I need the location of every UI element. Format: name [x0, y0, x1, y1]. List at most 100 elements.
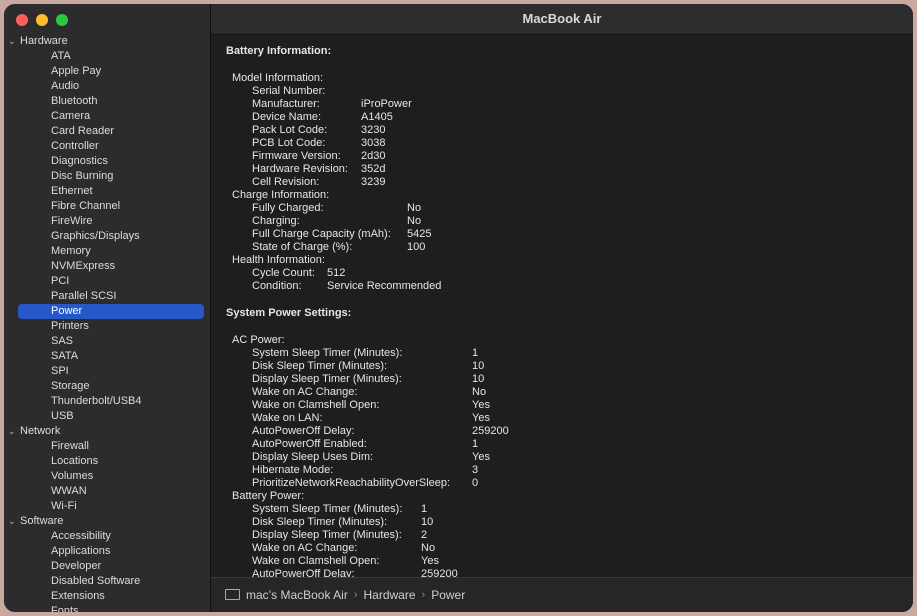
sidebar-item-audio[interactable]: Audio [4, 79, 210, 94]
subsection-health-information: Health Information: [232, 254, 325, 266]
minimize-button[interactable] [36, 14, 48, 26]
field-label: Cell Revision: [252, 176, 320, 188]
field-label: AutoPowerOff Delay: [252, 425, 355, 437]
sidebar-item-developer[interactable]: Developer [4, 559, 210, 574]
breadcrumb-item[interactable]: Power [431, 578, 465, 612]
section-title-power: System Power Settings: [226, 307, 352, 319]
sidebar-item-printers[interactable]: Printers [4, 319, 210, 334]
subsection-ac-power: AC Power: [232, 334, 285, 346]
field-value: 10 [421, 516, 434, 528]
field-label: Firmware Version: [252, 150, 341, 162]
sidebar-item-diagnostics[interactable]: Diagnostics [4, 154, 210, 169]
field-value: 352d [361, 163, 386, 175]
main-pane: MacBook Air Battery Information: Model In… [211, 4, 913, 612]
sidebar-item-disabled-software[interactable]: Disabled Software [4, 574, 210, 589]
sidebar-group-network[interactable]: ⌄ Network [4, 424, 210, 439]
field-value: 1 [472, 438, 479, 450]
path-bar: mac’s MacBook Air › Hardware › Power [211, 577, 913, 612]
field-value: Yes [472, 412, 490, 424]
field-value: Yes [472, 451, 490, 463]
sidebar-item-firewall[interactable]: Firewall [4, 439, 210, 454]
field-value: iProPower [361, 98, 412, 110]
field-value: 259200 [421, 568, 458, 577]
sidebar-item-wwan[interactable]: WWAN [4, 484, 210, 499]
field-value: Yes [421, 555, 439, 567]
sidebar-item-applications[interactable]: Applications [4, 544, 210, 559]
field-label: Fully Charged: [252, 202, 324, 214]
laptop-icon [225, 588, 240, 600]
sidebar-item-card-reader[interactable]: Card Reader [4, 124, 210, 139]
field-label: Wake on Clamshell Open: [252, 399, 380, 411]
sidebar-item-accessibility[interactable]: Accessibility [4, 529, 210, 544]
field-label: Display Sleep Timer (Minutes): [252, 529, 402, 541]
field-value: No [472, 386, 487, 398]
field-label: State of Charge (%): [252, 241, 353, 253]
sidebar-item-disc-burning[interactable]: Disc Burning [4, 169, 210, 184]
field-label: Disk Sleep Timer (Minutes): [252, 516, 388, 528]
field-value: Service Recommended [327, 280, 442, 292]
chevron-right-icon: › [421, 589, 426, 601]
field-value: No [407, 215, 422, 227]
field-label: Device Name: [252, 111, 322, 123]
sidebar-item-bluetooth[interactable]: Bluetooth [4, 94, 210, 109]
sidebar-item-ethernet[interactable]: Ethernet [4, 184, 210, 199]
field-label: Display Sleep Uses Dim: [252, 451, 374, 463]
field-label: Pack Lot Code: [252, 124, 328, 136]
sidebar-item-sata[interactable]: SATA [4, 349, 210, 364]
sidebar-item-locations[interactable]: Locations [4, 454, 210, 469]
field-label: Hardware Revision: [252, 163, 348, 175]
sidebar-item-power[interactable]: Power [18, 304, 204, 319]
field-value: 0 [472, 477, 479, 489]
zoom-button[interactable] [56, 14, 68, 26]
sidebar-item-thunderbolt-usb4[interactable]: Thunderbolt/USB4 [4, 394, 210, 409]
sidebar-item-apple-pay[interactable]: Apple Pay [4, 64, 210, 79]
field-label: Cycle Count: [252, 267, 315, 279]
sidebar-group-hardware[interactable]: ⌄ Hardware [4, 34, 210, 49]
sidebar-item-extensions[interactable]: Extensions [4, 589, 210, 604]
report-content[interactable]: Battery Information: Model Information: Se… [211, 35, 913, 577]
field-label: Full Charge Capacity (mAh): [252, 228, 391, 240]
field-label: Wake on AC Change: [252, 542, 358, 554]
sidebar-item-memory[interactable]: Memory [4, 244, 210, 259]
field-value: 1 [472, 347, 479, 359]
chevron-down-icon[interactable]: ⌄ [8, 34, 16, 49]
sidebar-item-ata[interactable]: ATA [4, 49, 210, 64]
sidebar-item-fonts[interactable]: Fonts [4, 604, 210, 612]
sidebar-item-graphics-displays[interactable]: Graphics/Displays [4, 229, 210, 244]
field-label: Hibernate Mode: [252, 464, 334, 476]
field-value: 512 [327, 267, 346, 279]
breadcrumb-item[interactable]: Hardware [363, 578, 415, 612]
chevron-down-icon[interactable]: ⌄ [8, 424, 16, 439]
field-value: 10 [472, 373, 485, 385]
sidebar-item-controller[interactable]: Controller [4, 139, 210, 154]
sidebar-group-label: Network [20, 425, 61, 437]
sidebar-item-parallel-scsi[interactable]: Parallel SCSI [4, 289, 210, 304]
sidebar-item-spi[interactable]: SPI [4, 364, 210, 379]
field-label: Manufacturer: [252, 98, 320, 110]
field-value: 2d30 [361, 150, 386, 162]
subsection-model-information: Model Information: [232, 72, 324, 84]
sidebar-item-firewire[interactable]: FireWire [4, 214, 210, 229]
field-label: Disk Sleep Timer (Minutes): [252, 360, 388, 372]
field-value: 1 [421, 503, 428, 515]
sidebar-item-fibre-channel[interactable]: Fibre Channel [4, 199, 210, 214]
sidebar-item-wi-fi[interactable]: Wi-Fi [4, 499, 210, 514]
field-value: 3 [472, 464, 479, 476]
breadcrumb-item[interactable]: mac’s MacBook Air [246, 578, 348, 612]
sidebar-item-storage[interactable]: Storage [4, 379, 210, 394]
sidebar-item-sas[interactable]: SAS [4, 334, 210, 349]
sidebar-group-software[interactable]: ⌄ Software [4, 514, 210, 529]
chevron-right-icon: › [353, 589, 358, 601]
subsection-battery-power: Battery Power: [232, 490, 305, 502]
field-value: 5425 [407, 228, 432, 240]
chevron-down-icon[interactable]: ⌄ [8, 514, 16, 529]
sidebar-item-camera[interactable]: Camera [4, 109, 210, 124]
sidebar-item-pci[interactable]: PCI [4, 274, 210, 289]
sidebar: ⌄ Hardware ATA Apple Pay Audio Bluetooth Camer… [4, 4, 211, 612]
sidebar-item-usb[interactable]: USB [4, 409, 210, 424]
field-value: A1405 [361, 111, 393, 123]
field-label: Wake on AC Change: [252, 386, 358, 398]
sidebar-item-nvmexpress[interactable]: NVMExpress [4, 259, 210, 274]
sidebar-item-volumes[interactable]: Volumes [4, 469, 210, 484]
close-button[interactable] [16, 14, 28, 26]
